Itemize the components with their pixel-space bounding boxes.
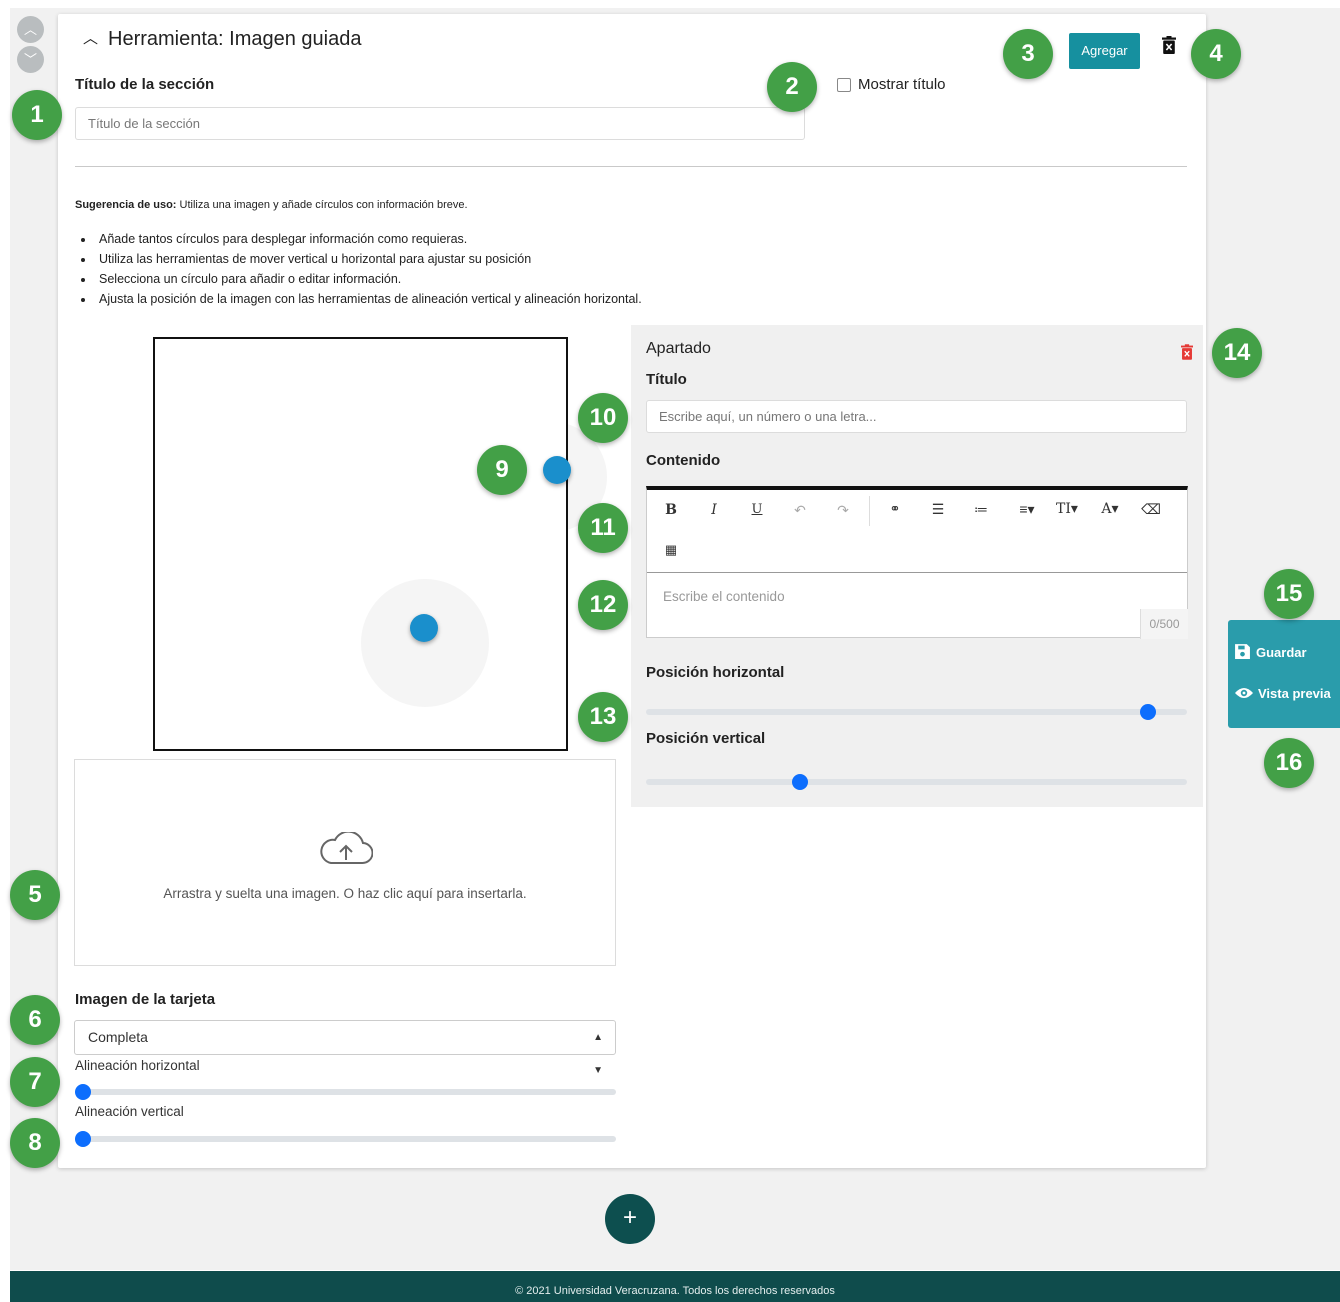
position-h-label: Posición horizontal [646,664,785,681]
undo-icon[interactable]: ↶ [788,502,812,519]
v-align-label: Alineación vertical [75,1104,184,1119]
preview-button[interactable]: Vista previa [1234,686,1331,701]
font-color-icon[interactable]: A▾ [1095,501,1125,517]
add-section-button[interactable]: + [605,1194,655,1244]
card-image-select-value: Completa [88,1029,148,1045]
section-title-input[interactable]: Título de la sección [75,107,805,140]
move-up-button[interactable]: ︿ [17,16,44,43]
callout-badge: 13 [578,692,628,742]
list-item: Ajusta la posición de la imagen con las … [95,289,642,309]
card-image-label: Imagen de la tarjeta [75,991,216,1008]
apartado-title-input[interactable]: Escribe aquí, un número o una letra... [646,400,1187,433]
usage-hint-text: Utiliza una imagen y añade círculos con … [176,199,468,211]
footer: © 2021 Universidad Veracruzana. Todos lo… [10,1271,1340,1302]
slider-thumb[interactable] [792,774,808,790]
hotspot-circle[interactable] [410,614,438,642]
trash-icon[interactable] [1162,36,1176,54]
redo-icon[interactable]: ↷ [831,502,855,519]
callout-badge: 5 [10,870,60,920]
image-drop-zone[interactable]: Arrastra y suelta una imagen. O haz clic… [74,759,616,966]
position-v-label: Posición vertical [646,730,766,747]
callout-badge: 6 [10,995,60,1045]
list-item: Utiliza las herramientas de mover vertic… [95,249,642,269]
unordered-list-icon[interactable]: ≔ [969,501,993,518]
position-h-slider[interactable] [646,704,1187,720]
save-icon [1235,644,1250,659]
card-image-select[interactable]: Completa ▲ ▼ [74,1020,616,1076]
list-item: Selecciona un círculo para añadir o edit… [95,269,642,289]
callout-badge: 11 [578,503,628,553]
table-icon[interactable]: ▦ [659,542,683,558]
char-counter: 0/500 [1140,609,1188,639]
side-actions-panel: Guardar Vista previa [1228,620,1340,728]
card-header[interactable]: ︿ Herramienta: Imagen guiada [83,28,362,51]
ordered-list-icon[interactable]: ☰ [926,501,950,518]
card-title: Herramienta: Imagen guiada [108,28,362,50]
divider [75,166,1187,167]
move-down-button[interactable]: ﹀ [17,46,44,73]
apartado-content-label: Contenido [646,452,721,469]
drop-zone-text: Arrastra y suelta una imagen. O haz clic… [163,886,527,901]
callout-badge: 9 [477,445,527,495]
save-label: Guardar [1256,645,1307,660]
slider-thumb[interactable] [75,1131,91,1147]
apartado-panel: Apartado Título Escribe aquí, un número … [631,325,1203,807]
underline-button[interactable]: U [745,502,769,517]
cloud-upload-icon [320,832,373,865]
usage-hint: Sugerencia de uso: Utiliza una imagen y … [75,199,468,211]
preview-label: Vista previa [1258,686,1331,701]
text-size-icon[interactable]: TI▾ [1052,501,1082,517]
link-icon[interactable]: ⚭ [883,501,907,517]
tool-card: ︿ Herramienta: Imagen guiada Agregar Títu… [58,14,1206,1168]
slider-thumb[interactable] [1140,704,1156,720]
content-placeholder: Escribe el contenido [663,589,785,604]
callout-badge: 12 [578,580,628,630]
callout-badge: 4 [1191,29,1241,79]
callout-badge: 15 [1264,569,1314,619]
save-button[interactable]: Guardar [1234,643,1307,660]
position-v-slider[interactable] [646,774,1187,790]
plus-icon: + [622,1204,637,1231]
content-editor-area[interactable]: Escribe el contenido 0/500 [647,572,1188,639]
hotspot-halo [361,579,489,707]
v-align-slider[interactable] [75,1131,616,1147]
align-icon[interactable]: ≡▾ [1012,501,1042,518]
guided-image-canvas[interactable] [153,337,568,751]
chevron-up-icon[interactable]: ︿ [83,27,98,48]
usage-hint-label: Sugerencia de uso: [75,199,177,211]
callout-badge: 16 [1264,738,1314,788]
show-title-label: Mostrar título [858,76,946,93]
eraser-icon[interactable]: ⌫ [1139,501,1163,518]
rich-text-editor: B I U ↶ ↷ ⚭ ☰ ≔ ≡▾ TI▾ A▾ ⌫ ▦ Escribe el… [646,486,1188,639]
callout-badge: 10 [578,393,628,443]
add-button[interactable]: Agregar [1069,33,1140,69]
eye-icon [1235,688,1253,698]
h-align-label: Alineación horizontal [75,1058,200,1073]
hotspot-circle-selected[interactable] [543,456,571,484]
callout-badge: 3 [1003,29,1053,79]
h-align-slider[interactable] [75,1084,616,1100]
slider-thumb[interactable] [75,1084,91,1100]
show-title-checkbox[interactable] [837,78,851,92]
bold-button[interactable]: B [659,502,683,518]
italic-button[interactable]: I [702,502,726,518]
apartado-heading: Apartado [646,340,711,357]
select-arrows-icon: ▲ ▼ [593,1032,603,1076]
section-title-label: Título de la sección [75,76,215,93]
trash-icon[interactable] [1181,344,1193,360]
callout-badge: 8 [10,1118,60,1168]
list-item: Añade tantos círculos para desplegar inf… [95,229,642,249]
callout-badge: 1 [12,90,62,140]
apartado-title-label: Título [646,371,687,388]
callout-badge: 7 [10,1057,60,1107]
usage-list: Añade tantos círculos para desplegar inf… [95,229,642,309]
toolbar-separator [869,496,870,526]
callout-badge: 14 [1212,328,1262,378]
callout-badge: 2 [767,62,817,112]
